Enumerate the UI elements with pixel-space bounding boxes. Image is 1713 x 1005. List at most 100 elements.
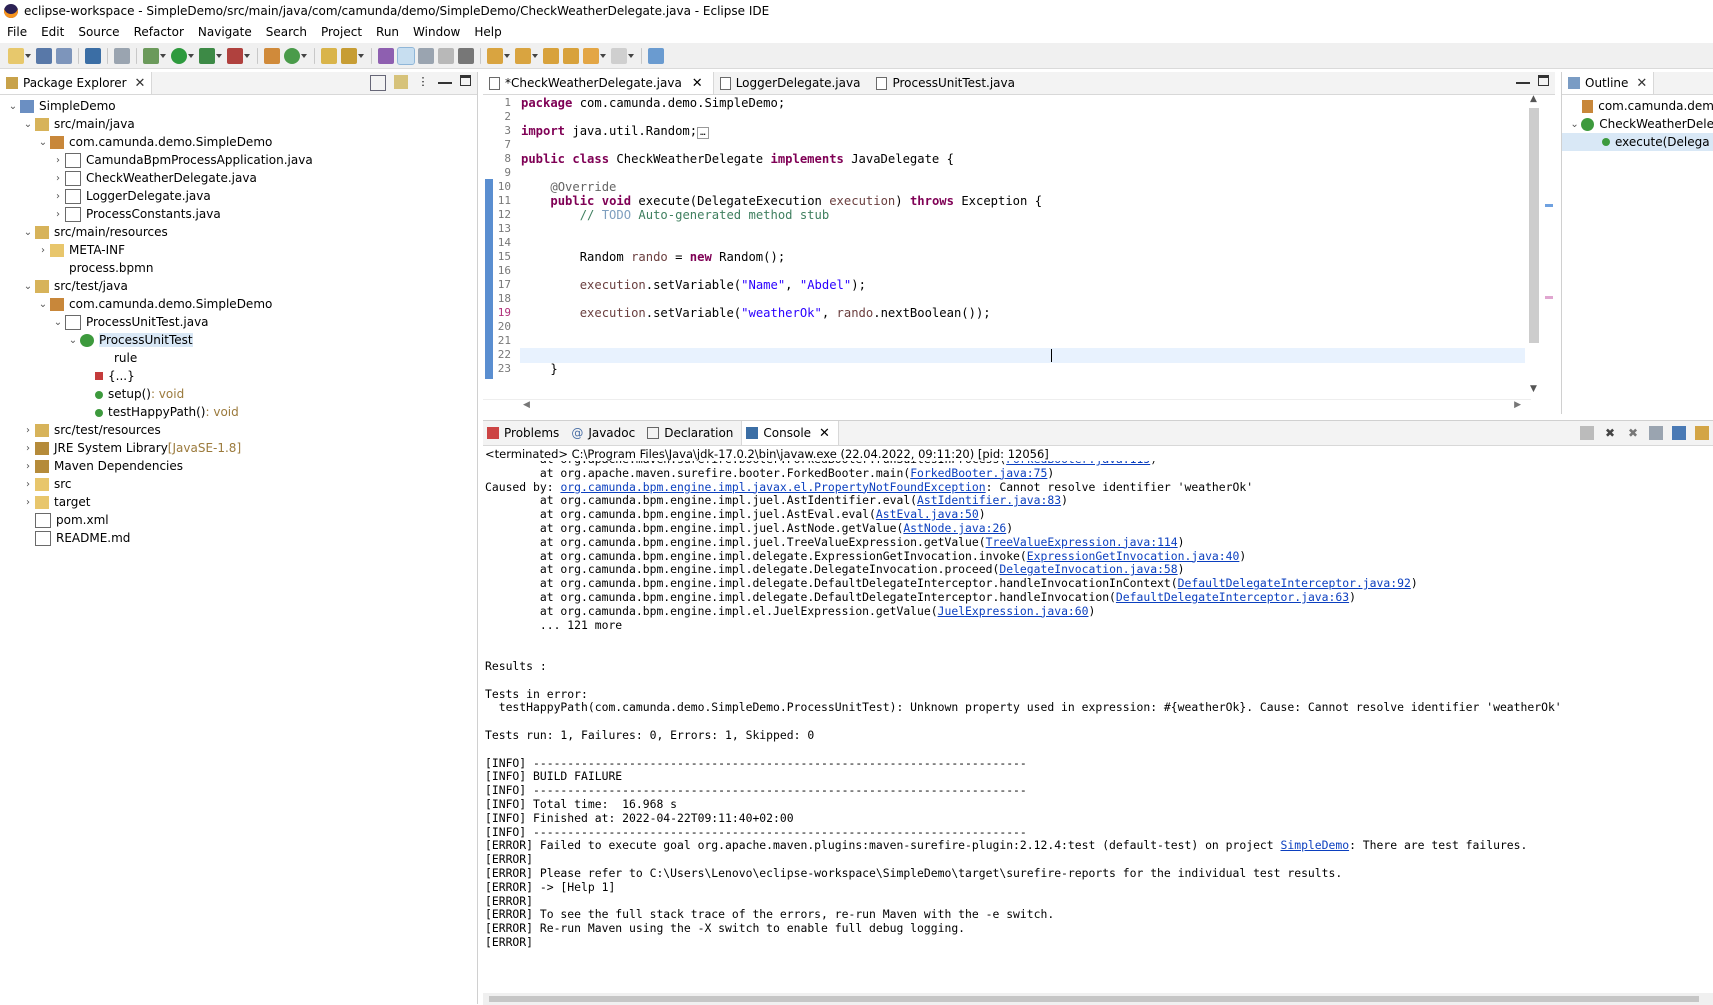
external-tools-icon[interactable] — [227, 47, 243, 64]
new-class-dropdown-icon[interactable] — [301, 48, 307, 64]
minimize-icon[interactable] — [438, 75, 452, 84]
collapse-icon[interactable]: › — [21, 443, 35, 454]
stack-trace-link[interactable]: JuelExpression.java:60 — [938, 604, 1089, 618]
previous-annotation-icon[interactable] — [515, 47, 531, 64]
expand-icon[interactable]: ⌄ — [36, 137, 50, 148]
menu-source[interactable]: Source — [71, 25, 126, 39]
clear-console-icon[interactable] — [1649, 426, 1663, 440]
show-whitespace-icon[interactable] — [438, 47, 454, 64]
overview-ruler-marker[interactable] — [1545, 296, 1553, 299]
stack-trace-link[interactable]: AstNode.java:26 — [903, 521, 1006, 535]
remove-all-terminated-icon[interactable]: ✖ — [1626, 426, 1640, 440]
tree-item[interactable]: setup() : void — [0, 385, 477, 403]
tree-item[interactable]: ⌄ com.camunda.demo.SimpleDemo — [0, 133, 477, 151]
tab-processunittest[interactable]: ProcessUnitTest.java — [870, 72, 1025, 94]
tree-item[interactable]: ⌄ ProcessUnitTest — [0, 331, 477, 349]
maximize-icon[interactable] — [460, 75, 471, 86]
stack-trace-link[interactable]: DefaultDelegateInterceptor.java:92 — [1178, 576, 1411, 590]
expand-icon[interactable]: ⌄ — [51, 317, 65, 328]
back-arrow-icon[interactable] — [583, 47, 599, 64]
tree-item[interactable]: › src/test/resources — [0, 421, 477, 439]
tree-item[interactable]: README.md — [0, 529, 477, 547]
close-icon[interactable]: ✕ — [819, 426, 830, 441]
collapse-icon[interactable]: › — [51, 155, 65, 166]
expand-icon[interactable]: ⌄ — [36, 299, 50, 310]
tree-item[interactable]: testHappyPath() : void — [0, 403, 477, 421]
toggle-word-wrap-icon[interactable] — [397, 46, 415, 65]
new-dropdown-icon[interactable] — [25, 48, 31, 64]
new-java-class-icon[interactable] — [284, 47, 300, 64]
tree-item[interactable]: ⌄ src/test/java — [0, 277, 477, 295]
minimize-icon[interactable] — [1516, 75, 1530, 84]
tree-item[interactable]: › META-INF — [0, 241, 477, 259]
run-icon[interactable] — [171, 47, 187, 64]
expand-icon[interactable]: ⌄ — [21, 119, 35, 130]
tree-item[interactable]: pom.xml — [0, 511, 477, 529]
expand-icon[interactable]: ⌄ — [21, 281, 35, 292]
tree-item[interactable]: ⌄ src/main/resources — [0, 223, 477, 241]
skip-breakpoints-icon[interactable] — [114, 47, 130, 64]
remove-launch-icon[interactable]: ✖ — [1603, 426, 1617, 440]
coverage-icon[interactable] — [199, 47, 215, 64]
tree-item[interactable]: ⌄ com.camunda.demo.SimpleDemo — [0, 295, 477, 313]
scroll-down-icon[interactable]: ▼ — [1530, 384, 1537, 394]
stack-trace-link[interactable]: SimpleDemo — [1281, 838, 1350, 852]
terminal-icon[interactable] — [85, 47, 101, 64]
save-icon[interactable] — [36, 47, 52, 64]
next-annotation-dropdown-icon[interactable] — [504, 48, 510, 64]
tree-item[interactable]: rule — [0, 349, 477, 367]
stack-trace-link[interactable]: ForkedBooter.java:75 — [910, 466, 1047, 480]
stack-trace-link[interactable]: TreeValueExpression.java:114 — [986, 535, 1178, 549]
menu-navigate[interactable]: Navigate — [191, 25, 259, 39]
scroll-left-icon[interactable]: ◀ — [523, 400, 530, 410]
tree-item[interactable]: › Maven Dependencies — [0, 457, 477, 475]
outline-item[interactable]: com.camunda.dem — [1562, 97, 1713, 115]
stack-trace-link[interactable]: AstEval.java:50 — [876, 507, 979, 521]
scroll-up-icon[interactable]: ▲ — [1530, 94, 1537, 104]
expand-icon[interactable]: ⌄ — [66, 335, 80, 346]
code-area[interactable]: 1 2 3 7 8 9 10 11 12 13 14 15 16 17 18 1… — [483, 96, 1531, 394]
close-icon[interactable]: ✕ — [135, 76, 146, 91]
forward-arrow-icon[interactable] — [611, 47, 627, 64]
scrollbar-thumb[interactable] — [1529, 108, 1539, 343]
tree-item[interactable]: › CheckWeatherDelegate.java — [0, 169, 477, 187]
next-annotation-icon[interactable] — [487, 47, 503, 64]
save-all-icon[interactable] — [56, 47, 72, 64]
tab-package-explorer[interactable]: Package Explorer ✕ — [0, 72, 153, 94]
collapse-icon[interactable]: › — [51, 173, 65, 184]
open-type-icon[interactable] — [321, 47, 337, 64]
tree-item[interactable]: › LoggerDelegate.java — [0, 187, 477, 205]
back-dropdown-icon[interactable] — [600, 48, 606, 64]
tree-item[interactable]: ⌄ SimpleDemo — [0, 97, 477, 115]
scroll-lock-icon[interactable] — [1672, 426, 1686, 440]
debug-icon[interactable] — [143, 47, 159, 64]
tab-problems[interactable]: Problems — [483, 421, 567, 445]
expand-icon[interactable]: ⌄ — [6, 101, 20, 112]
tree-item[interactable]: › CamundaBpmProcessApplication.java — [0, 151, 477, 169]
menu-refactor[interactable]: Refactor — [127, 25, 191, 39]
console-horizontal-scrollbar[interactable] — [483, 993, 1713, 1005]
link-with-editor-icon[interactable] — [394, 75, 408, 89]
collapse-icon[interactable]: › — [51, 209, 65, 220]
expand-icon[interactable]: ⌄ — [21, 227, 35, 238]
tab-javadoc[interactable]: @ Javadoc — [567, 421, 643, 445]
menu-project[interactable]: Project — [314, 25, 369, 39]
run-dropdown-icon[interactable] — [188, 48, 194, 64]
scrollbar-thumb[interactable] — [489, 996, 1699, 1002]
tree-item[interactable]: › JRE System Library [JavaSE-1.8] — [0, 439, 477, 457]
tree-item[interactable]: › ProcessConstants.java — [0, 205, 477, 223]
tree-item[interactable]: › src — [0, 475, 477, 493]
stack-trace-link[interactable]: org.camunda.bpm.engine.impl.javax.el.Pro… — [560, 480, 985, 494]
outline-item[interactable]: execute(Delega — [1562, 133, 1713, 151]
tree-item[interactable]: ⌄ ProcessUnitTest.java — [0, 313, 477, 331]
stack-trace-link[interactable]: ExpressionGetInvocation.java:40 — [1027, 549, 1240, 563]
editor-horizontal-scrollbar[interactable]: ◀ ▶ — [483, 399, 1531, 414]
scroll-right-icon[interactable]: ▶ — [1514, 400, 1521, 410]
maximize-icon[interactable] — [1538, 75, 1549, 86]
console-output[interactable]: at org.apache.maven.surefire.booter.Fork… — [485, 461, 1713, 991]
tab-checkweatherdelegate[interactable]: *CheckWeatherDelegate.java ✕ — [483, 72, 714, 94]
close-icon[interactable]: ✕ — [692, 76, 703, 91]
forward-edit-icon[interactable] — [563, 47, 579, 64]
tree-item[interactable]: {...} — [0, 367, 477, 385]
collapse-icon[interactable]: › — [21, 479, 35, 490]
